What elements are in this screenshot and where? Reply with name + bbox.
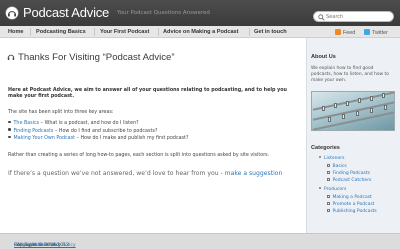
category-label: Basics	[332, 164, 347, 169]
nav-divider	[158, 28, 159, 36]
the-basics-link[interactable]: The Basics	[14, 121, 40, 126]
bullet	[327, 178, 330, 181]
bullet	[327, 164, 330, 167]
sidebar: About Us We explain how to find good pod…	[306, 38, 400, 233]
list-item-text: – How do I make and publish my first pod…	[75, 136, 189, 142]
twitter-icon	[364, 28, 370, 35]
site-tagline: Your Podcast Questions Answered	[117, 10, 210, 16]
page-title-text: Thanks For Visiting “Podcast Advice”	[18, 52, 175, 63]
bullet	[8, 120, 11, 123]
search-input[interactable]	[326, 12, 392, 21]
list-item-text: – How do I find and subscribe to podcast…	[53, 128, 158, 134]
terms-privacy-link[interactable]: Site Terms & Privacy Policy	[14, 243, 76, 248]
question-paragraph: If there’s a question we’ve not answered…	[8, 170, 282, 177]
site-title[interactable]: Podcast Advice	[23, 5, 109, 20]
twitter-link[interactable]: Twitter	[364, 28, 388, 36]
feed-label: Feed	[343, 29, 356, 36]
podcast-logo-icon[interactable]	[5, 6, 19, 20]
bullet	[319, 156, 321, 158]
bullet	[8, 128, 11, 131]
category-publishing-podcasts[interactable]: Publishing Podcasts	[327, 209, 377, 214]
category-label: Podcast Catchers	[332, 178, 372, 183]
category-finding-podcasts[interactable]: Finding Podcasts	[327, 171, 370, 176]
category-producers[interactable]: Producers	[319, 187, 346, 192]
search-box[interactable]	[313, 11, 394, 22]
nav-home[interactable]: Home	[8, 29, 24, 35]
main-content: Thanks For Visiting “Podcast Advice” Her…	[1, 44, 305, 233]
series-paragraph: Rather than creating a series of long ho…	[8, 153, 270, 158]
category-listeners[interactable]: Listeners	[319, 156, 344, 161]
category-label: Producers	[324, 187, 347, 192]
site-footer: Copyright © 2010-2012 Podcast Advice UK.…	[0, 233, 400, 249]
category-label: Finding Podcasts	[332, 171, 370, 176]
list-item-text: – What is a podcast, and how do I listen…	[39, 121, 139, 126]
bullet	[327, 202, 330, 205]
main-nav: Home Podcasting Basics Your First Podcas…	[0, 26, 400, 38]
category-podcast-catchers[interactable]: Podcast Catchers	[327, 178, 371, 183]
search-icon[interactable]	[318, 13, 325, 23]
nav-your-first-podcast[interactable]: Your First Podcast	[100, 29, 149, 35]
bullet	[319, 187, 321, 189]
nav-divider	[94, 28, 95, 36]
nav-divider	[249, 28, 250, 36]
nav-get-in-touch[interactable]: Get in touch	[254, 29, 287, 35]
category-label: Listeners	[324, 156, 345, 161]
list-item: The Basics – What is a podcast, and how …	[8, 120, 188, 128]
mixing-desk-image	[311, 91, 395, 131]
making-your-own-podcast-link[interactable]: Making Your Own Podcast	[14, 136, 76, 141]
nav-divider	[30, 28, 31, 36]
category-making-a-podcast[interactable]: Making a Podcast	[327, 195, 372, 200]
bullet	[327, 209, 330, 212]
category-label: Promote a Podcast	[332, 202, 375, 207]
category-label: Making a Podcast	[332, 195, 372, 200]
about-us-title: About Us	[311, 54, 336, 60]
page-title: Thanks For Visiting “Podcast Advice”	[7, 52, 175, 64]
category-promote-a-podcast[interactable]: Promote a Podcast	[327, 202, 374, 207]
twitter-label: Twitter	[372, 29, 388, 36]
categories-title: Categories	[311, 145, 340, 151]
list-item: Making Your Own Podcast – How do I make …	[8, 135, 188, 143]
bullet	[8, 135, 11, 139]
key-areas-list: The Basics – What is a podcast, and how …	[8, 120, 188, 143]
intro-paragraph: Here at Podcast Advice, we aim to answer…	[8, 88, 287, 100]
feed-link[interactable]: Feed	[335, 28, 356, 36]
category-basics[interactable]: Basics	[327, 164, 347, 169]
finding-podcasts-link[interactable]: Finding Podcasts	[14, 129, 54, 134]
question-text: If there’s a question we’ve not answered…	[8, 170, 225, 177]
nav-podcasting-basics[interactable]: Podcasting Basics	[36, 29, 86, 35]
about-us-text: We explain how to find good podcasts, ho…	[311, 66, 389, 83]
category-label: Publishing Podcasts	[332, 209, 377, 214]
bullet	[327, 171, 330, 174]
nav-advice-making-podcast[interactable]: Advice on Making a Podcast	[163, 29, 239, 35]
bullet	[327, 195, 330, 198]
site-header: Podcast Advice Your Podcast Questions An…	[0, 0, 400, 26]
list-item: Finding Podcasts – How do I find and sub…	[8, 128, 188, 136]
rss-icon	[335, 28, 341, 35]
make-suggestion-link[interactable]: make a suggestion	[225, 170, 283, 177]
headphones-icon	[7, 53, 15, 64]
split-paragraph: The site has been split into three key a…	[8, 110, 114, 115]
